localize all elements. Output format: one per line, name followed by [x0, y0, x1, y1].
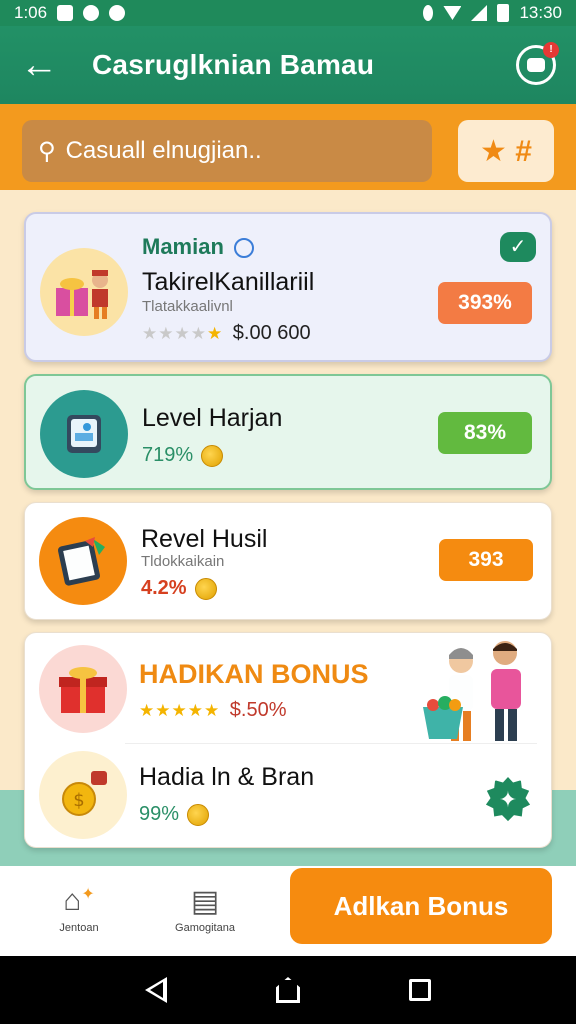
gift-icon — [59, 667, 107, 713]
search-icon: ⚲ — [38, 137, 56, 165]
card-rating: ★★★★★ $.00 600 — [142, 322, 311, 345]
bonus-item-value: 99% — [139, 803, 210, 826]
card-label: Mamian — [142, 234, 255, 260]
bonus-rating: ★★★★★ $.50% — [139, 699, 286, 722]
battery-icon — [497, 4, 510, 22]
sync-icon — [83, 5, 100, 21]
search-bar[interactable]: ⚲ — [22, 120, 432, 182]
percent-badge[interactable]: 83% — [438, 412, 532, 454]
tablet-icon — [57, 537, 105, 586]
card-title: Revel Husil — [141, 525, 268, 553]
card-title: Level Harjan — [142, 404, 283, 432]
nav-label: Jentoan — [59, 922, 99, 934]
star-rating: ★★★★★ — [139, 701, 221, 720]
nav-shop[interactable]: ▤ Gamogitana — [150, 884, 260, 934]
search-band: ⚲ ★ # — [0, 104, 576, 190]
page-title: Casruglknian Bamau — [92, 49, 375, 80]
offer-card-2[interactable]: Level Harjan 719% 83% — [24, 374, 552, 490]
system-back-icon[interactable] — [144, 977, 167, 1003]
bonus-item-title: Hadia ln & Bran — [139, 763, 315, 791]
coin-avatar: $ — [39, 751, 127, 839]
card-title: TakirelKanillariil — [142, 268, 315, 296]
svg-text:$: $ — [73, 790, 84, 811]
check-icon[interactable]: ✓ — [500, 232, 536, 262]
percent-badge[interactable]: 393 — [439, 539, 533, 581]
bluetooth-icon — [423, 5, 434, 21]
percent-badge[interactable]: 393% — [438, 282, 532, 324]
card-value: 719% — [142, 444, 224, 467]
bonus-amount: $.50% — [229, 699, 287, 721]
bonus-title: HADIKAN BONUS — [139, 659, 369, 689]
gift-avatar — [39, 645, 127, 733]
search-input[interactable] — [65, 137, 396, 165]
coin-icon — [201, 444, 224, 467]
nav-label: Gamogitana — [175, 922, 235, 934]
coin-hand-icon: $ — [62, 771, 107, 816]
phone-icon — [67, 415, 101, 453]
back-arrow-icon[interactable]: ← — [20, 46, 76, 84]
wifi-icon — [443, 6, 462, 20]
star-badge-icon[interactable]: ✦ — [485, 777, 531, 822]
coin-icon — [194, 577, 217, 600]
offer-card-1[interactable]: Mamian TakirelKanillariil Tlatakkaalivnl… — [24, 212, 552, 362]
gallery-icon — [57, 5, 74, 21]
notification-badge: ! — [543, 42, 559, 58]
app-bar: ← Casruglknian Bamau ! — [0, 26, 576, 104]
add-bonus-button[interactable]: Adlkan Bonus — [290, 868, 552, 944]
chat-icon — [527, 58, 545, 72]
gift-worker-avatar — [40, 248, 128, 336]
filter-button[interactable]: ★ # — [458, 120, 554, 182]
status-bar: 1:06 13:30 — [0, 0, 576, 26]
coin-icon — [187, 803, 210, 826]
verified-icon — [234, 238, 255, 259]
divider — [125, 743, 537, 744]
clock-right: 13:30 — [519, 3, 562, 22]
phone-avatar — [40, 390, 128, 478]
card-amount: $.00 600 — [232, 322, 311, 344]
clock-left: 1:06 — [14, 3, 48, 22]
home-icon: ⌂✦ — [63, 884, 95, 917]
box-search-icon: ▤ — [190, 885, 220, 918]
nav-home[interactable]: ⌂✦ Jentoan — [24, 884, 134, 934]
system-recents-icon[interactable] — [409, 979, 432, 1001]
bonus-card[interactable]: HADIKAN BONUS ★★★★★ $.50% $ Hadia ln & B… — [24, 632, 552, 848]
card-subtitle: Tldokkaikain — [141, 553, 225, 570]
tablet-avatar — [39, 517, 127, 605]
star-rating: ★★★★★ — [142, 324, 224, 343]
signal-icon — [471, 5, 488, 21]
card-value: 4.2% — [141, 577, 217, 600]
offer-card-3[interactable]: Revel Husil Tldokkaikain 4.2% 393 — [24, 502, 552, 620]
card-subtitle: Tlatakkaalivnl — [142, 298, 233, 315]
system-nav-bar — [0, 956, 576, 1024]
people-illustration — [423, 641, 521, 741]
notification-icon — [109, 5, 126, 21]
gift-box-icon — [56, 270, 108, 319]
system-home-icon[interactable] — [275, 977, 300, 1003]
chat-button[interactable]: ! — [516, 42, 559, 85]
